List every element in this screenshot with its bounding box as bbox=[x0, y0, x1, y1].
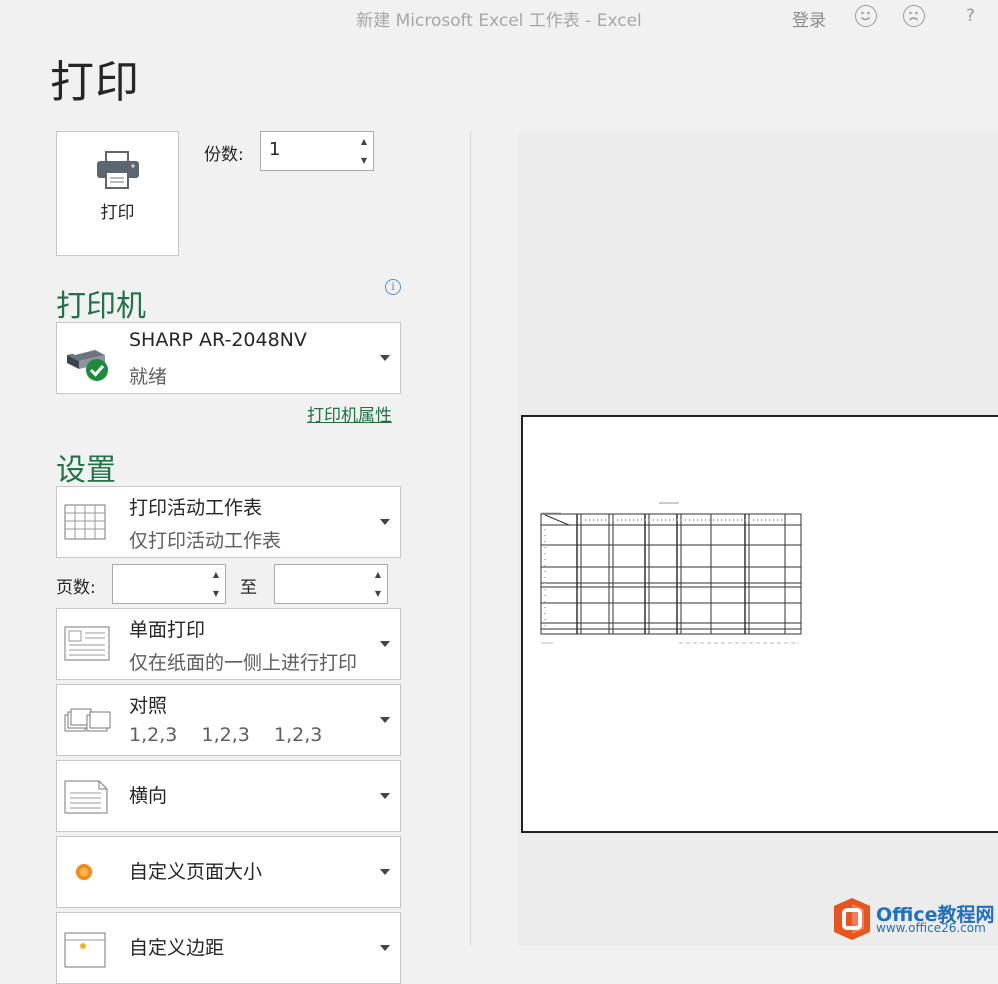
pages-to-input[interactable]: ▲ ▼ bbox=[274, 564, 388, 604]
pages-from-up-icon[interactable]: ▲ bbox=[213, 570, 219, 579]
office-logo-icon bbox=[832, 896, 872, 942]
printer-name: SHARP AR-2048NV bbox=[129, 329, 307, 351]
print-scope-subtitle: 仅打印活动工作表 bbox=[129, 526, 281, 553]
printer-select[interactable]: SHARP AR-2048NV 就绪 bbox=[56, 322, 401, 394]
window-title: 新建 Microsoft Excel 工作表 - Excel bbox=[0, 6, 998, 31]
pages-to-down-icon[interactable]: ▼ bbox=[375, 589, 381, 598]
printer-status: 就绪 bbox=[129, 362, 167, 389]
pages-to-up-icon[interactable]: ▲ bbox=[375, 570, 381, 579]
margins-title: 自定义边距 bbox=[129, 933, 224, 960]
printer-section-title: 打印机 bbox=[56, 281, 146, 325]
copies-down-icon[interactable]: ▼ bbox=[361, 156, 367, 165]
printer-icon bbox=[95, 150, 141, 190]
sides-select[interactable]: 单面打印 仅在纸面的一侧上进行打印 bbox=[56, 608, 401, 680]
copies-label: 份数: bbox=[204, 140, 244, 165]
collation-title: 对照 bbox=[129, 691, 167, 718]
smile-icon[interactable] bbox=[855, 5, 877, 27]
settings-section-title: 设置 bbox=[56, 445, 116, 489]
pages-to-label: 至 bbox=[240, 573, 257, 598]
printer-ready-icon bbox=[63, 341, 113, 383]
preview-page bbox=[521, 415, 998, 833]
orientation-title: 横向 bbox=[129, 781, 167, 808]
worksheet-icon bbox=[63, 503, 107, 541]
chevron-down-icon bbox=[380, 519, 390, 525]
collation-subtitle: 1,2,3 1,2,3 1,2,3 bbox=[129, 724, 322, 746]
info-icon[interactable]: i bbox=[385, 279, 401, 295]
orientation-select[interactable]: 横向 bbox=[56, 760, 401, 832]
printer-properties-link[interactable]: 打印机属性 bbox=[307, 401, 392, 426]
copies-value: 1 bbox=[269, 139, 280, 160]
page-title: 打印 bbox=[50, 46, 140, 110]
help-icon[interactable]: ? bbox=[966, 6, 975, 26]
sides-title: 单面打印 bbox=[129, 615, 205, 642]
watermark-url: www.office26.com bbox=[876, 921, 986, 935]
paper-size-select[interactable]: 自定义页面大小 bbox=[56, 836, 401, 908]
preview-sheet-thumbnail bbox=[523, 417, 998, 831]
pages-label: 页数: bbox=[56, 573, 96, 598]
signin-link[interactable]: 登录 bbox=[792, 6, 826, 31]
paper-size-icon bbox=[73, 861, 95, 883]
margins-select[interactable]: 自定义边距 bbox=[56, 912, 401, 984]
pages-from-down-icon[interactable]: ▼ bbox=[213, 589, 219, 598]
frown-icon[interactable] bbox=[903, 5, 925, 27]
print-button-label: 打印 bbox=[57, 198, 178, 223]
margins-icon bbox=[63, 931, 107, 969]
print-button[interactable]: 打印 bbox=[56, 131, 179, 256]
paper-size-title: 自定义页面大小 bbox=[129, 857, 262, 884]
pane-divider bbox=[470, 131, 471, 946]
chevron-down-icon bbox=[380, 869, 390, 875]
collate-icon bbox=[63, 707, 113, 737]
collation-select[interactable]: 对照 1,2,3 1,2,3 1,2,3 bbox=[56, 684, 401, 756]
copies-up-icon[interactable]: ▲ bbox=[361, 137, 367, 146]
chevron-down-icon bbox=[380, 641, 390, 647]
copies-stepper[interactable]: 1 ▲ ▼ bbox=[260, 131, 374, 171]
landscape-icon bbox=[63, 779, 111, 815]
chevron-down-icon bbox=[380, 717, 390, 723]
pages-from-input[interactable]: ▲ ▼ bbox=[112, 564, 226, 604]
one-sided-icon bbox=[63, 625, 113, 663]
print-scope-title: 打印活动工作表 bbox=[129, 493, 262, 520]
chevron-down-icon bbox=[380, 793, 390, 799]
sides-subtitle: 仅在纸面的一侧上进行打印 bbox=[129, 648, 357, 675]
chevron-down-icon bbox=[380, 355, 390, 361]
print-scope-select[interactable]: 打印活动工作表 仅打印活动工作表 bbox=[56, 486, 401, 558]
